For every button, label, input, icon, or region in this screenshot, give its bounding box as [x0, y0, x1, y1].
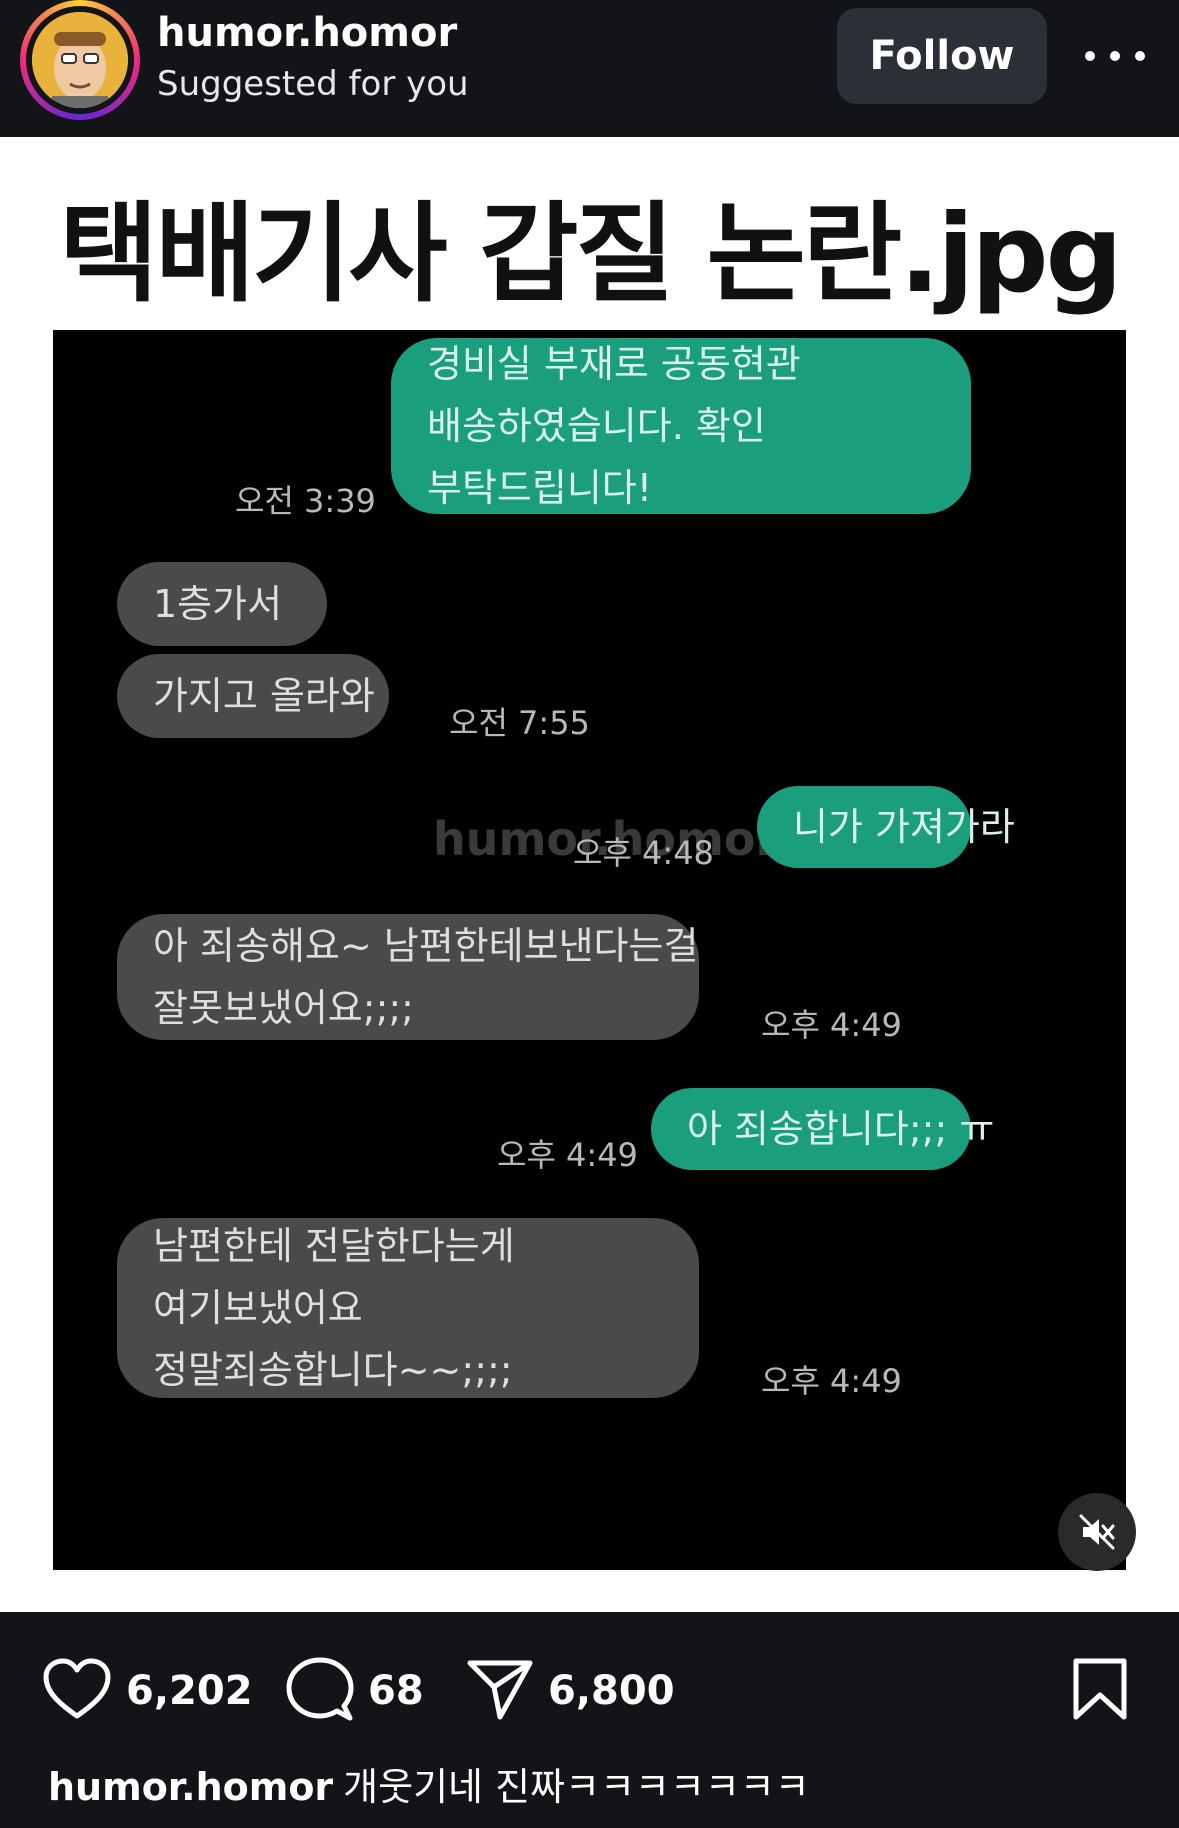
follow-button[interactable]: Follow — [837, 8, 1047, 104]
message-line: 가지고 올라와 — [153, 674, 375, 718]
message-line: 니가 가져가라 — [793, 805, 1015, 849]
message-line: 여기보냈어요 — [153, 1286, 363, 1330]
post-image: 택배기사 갑질 논란.jpg 경비실 부재로 공동현관 배송하였습니다. 확인 … — [0, 137, 1179, 1612]
avatar[interactable] — [20, 0, 140, 120]
message-line: 배송하였습니다. 확인 — [427, 404, 766, 448]
message-line: 정말죄송합니다~~;;;; — [153, 1348, 513, 1392]
message-time: 오후 4:49 — [761, 1006, 902, 1044]
message-time: 오후 4:49 — [761, 1362, 902, 1400]
share-action: 6,800 — [466, 1656, 675, 1726]
chat-bubble-outgoing: 아 죄송합니다;;; ㅠ — [651, 1088, 995, 1170]
message-line: 아 죄송해요~ 남편한테보낸다는걸 — [153, 924, 699, 968]
chat-bubble-outgoing: 경비실 부재로 공동현관 배송하였습니다. 확인 부탁드립니다! — [391, 338, 971, 514]
message-line: 경비실 부재로 공동현관 — [427, 342, 801, 386]
message-time: 오후 4:48 — [573, 834, 714, 872]
message-line: 남편한테 전달한다는게 — [153, 1224, 515, 1268]
post-actions: 6,202 68 6,800 humor.homor 개웃기네 진짜ㅋㅋㅋㅋㅋㅋㅋ — [0, 1612, 1179, 1828]
post-caption: humor.homor 개웃기네 진짜ㅋㅋㅋㅋㅋㅋㅋ — [48, 1756, 810, 1811]
message-time: 오후 4:49 — [497, 1136, 638, 1174]
message-time: 오전 7:55 — [449, 704, 590, 742]
post-header: humor.homor Suggested for you Follow — [0, 0, 1179, 137]
more-icon[interactable] — [1085, 38, 1145, 74]
comment-count[interactable]: 68 — [368, 1668, 424, 1714]
chat-screenshot: 경비실 부재로 공동현관 배송하였습니다. 확인 부탁드립니다! 오전 3:39… — [53, 330, 1126, 1570]
muted-speaker-icon[interactable] — [1058, 1493, 1136, 1571]
header-username[interactable]: humor.homor — [157, 10, 457, 56]
avatar-image — [32, 12, 128, 108]
chat-bubble-incoming: 1층가서 — [117, 562, 327, 646]
post-title: 택배기사 갑질 논란.jpg — [59, 192, 1123, 317]
bookmark-icon[interactable] — [1072, 1657, 1128, 1725]
message-line: 아 죄송합니다;;; ㅠ — [687, 1107, 995, 1151]
message-line: 1층가서 — [153, 582, 283, 626]
message-time: 오전 3:39 — [235, 482, 376, 520]
like-action: 6,202 — [42, 1656, 253, 1726]
comment-icon[interactable] — [286, 1656, 354, 1726]
chat-bubble-incoming: 가지고 올라와 — [117, 654, 389, 738]
chat-bubble-outgoing: 니가 가져가라 — [757, 786, 1015, 868]
share-count[interactable]: 6,800 — [548, 1668, 675, 1714]
caption-text: 개웃기네 진짜ㅋㅋㅋㅋㅋㅋㅋ — [343, 1765, 810, 1809]
comment-action: 68 — [286, 1656, 424, 1726]
like-count[interactable]: 6,202 — [126, 1668, 253, 1714]
save-action — [1072, 1656, 1128, 1726]
header-subtitle: Suggested for you — [157, 64, 469, 104]
heart-icon[interactable] — [42, 1658, 112, 1724]
message-line: 부탁드립니다! — [427, 466, 652, 510]
chat-bubble-incoming: 아 죄송해요~ 남편한테보낸다는걸 잘못보냈어요;;;; — [117, 914, 699, 1040]
message-line: 잘못보냈어요;;;; — [153, 986, 414, 1030]
share-icon[interactable] — [466, 1657, 534, 1725]
caption-username[interactable]: humor.homor — [48, 1765, 333, 1809]
chat-bubble-incoming: 남편한테 전달한다는게 여기보냈어요 정말죄송합니다~~;;;; — [117, 1218, 699, 1398]
